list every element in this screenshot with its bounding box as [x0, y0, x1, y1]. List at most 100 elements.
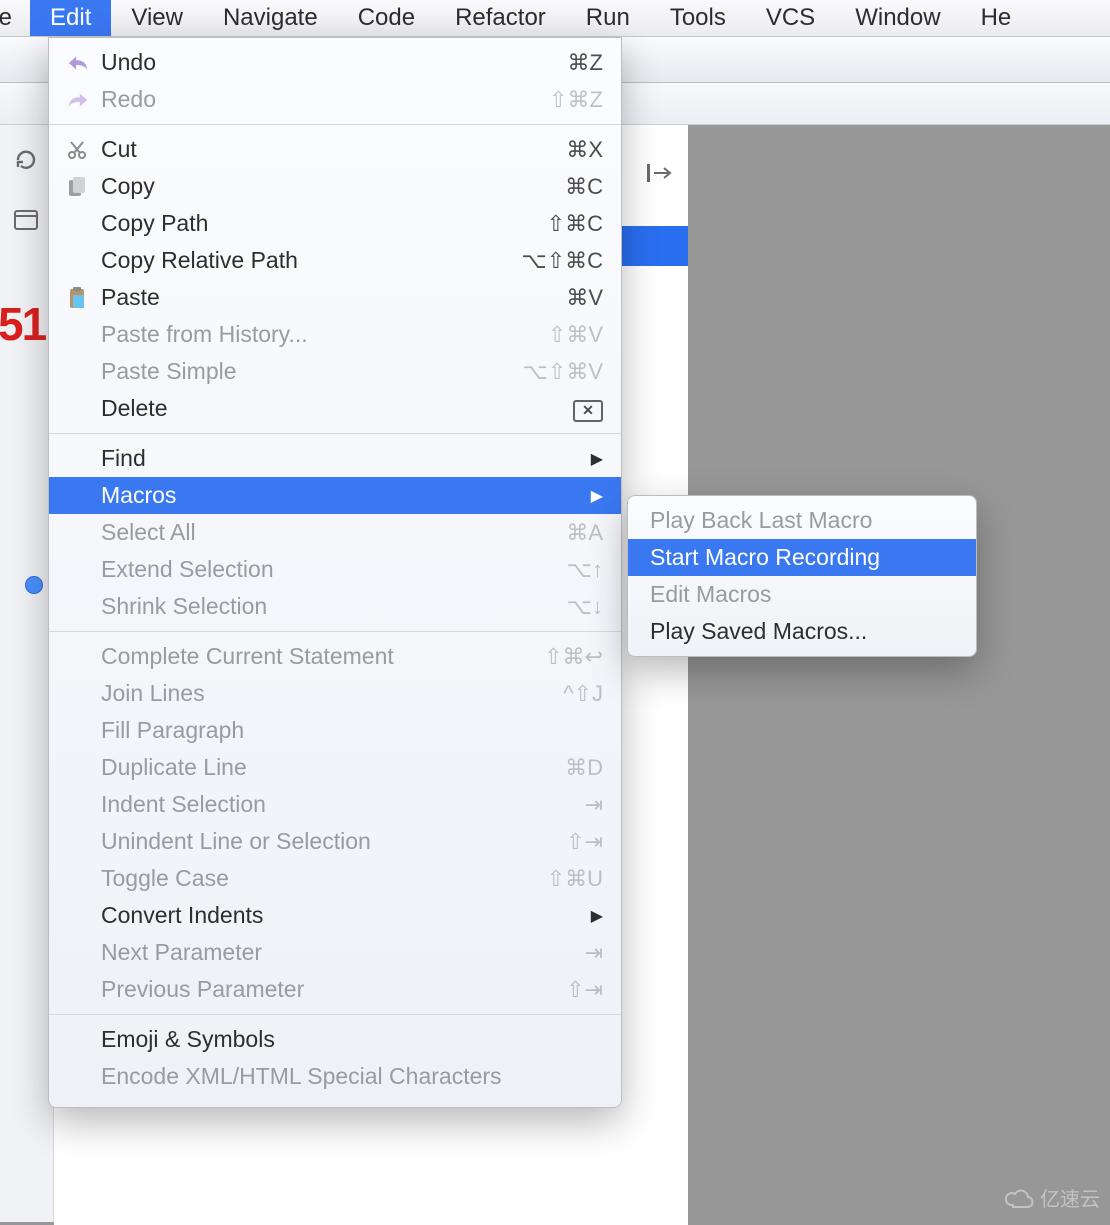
submenu-arrow-icon: ▶: [591, 449, 603, 469]
menubar-item-run[interactable]: Run: [566, 0, 650, 37]
menu-item-shortcut: ⌘Z: [554, 50, 603, 76]
menu-item-shortcut: ⌥⇧⌘C: [507, 248, 603, 274]
menu-item-shortcut: ⇧⌘Z: [535, 87, 603, 113]
menu-separator: [49, 433, 621, 434]
menu-item-shortcut: ⇧⇥: [552, 829, 603, 855]
menu-item-label: Delete: [101, 395, 559, 422]
menu-item-label: Fill Paragraph: [101, 717, 589, 744]
menubar-item-label: VCS: [766, 4, 815, 31]
menu-item-find[interactable]: Find ▶: [49, 440, 621, 477]
menu-item-label: Paste from History...: [101, 321, 534, 348]
delete-box-icon: ✕: [559, 395, 603, 422]
menu-item-label: Duplicate Line: [101, 754, 551, 781]
menu-item-cut[interactable]: Cut ⌘X: [49, 131, 621, 168]
menu-item-label: Encode XML/HTML Special Characters: [101, 1063, 603, 1090]
menu-item-shortcut: ⌘C: [551, 174, 603, 200]
menu-item-convert-indents[interactable]: Convert Indents ▶: [49, 897, 621, 934]
menu-item-shortcut: ^⇧J: [549, 681, 603, 707]
menu-item-label: Next Parameter: [101, 939, 571, 966]
menu-item-shortcut: ⇧⇥: [552, 977, 603, 1003]
menu-item-shortcut: ⌥↓: [553, 594, 603, 620]
menu-item-shortcut: ⌘V: [552, 285, 603, 311]
submenu-item-play-saved-macros[interactable]: Play Saved Macros...: [628, 613, 976, 650]
menubar-item-help[interactable]: He: [961, 0, 1032, 37]
menubar-item-refactor[interactable]: Refactor: [435, 0, 566, 37]
menu-item-label: Join Lines: [101, 680, 549, 707]
menubar-item-navigate[interactable]: Navigate: [203, 0, 338, 37]
copy-icon: [67, 176, 101, 198]
menu-item-shortcut: ⇧⌘U: [533, 866, 603, 892]
menu-item-emoji-and-symbols[interactable]: Emoji & Symbols: [49, 1021, 621, 1058]
menu-item-indent-selection: Indent Selection ⇥: [49, 786, 621, 823]
menu-item-redo: Redo ⇧⌘Z: [49, 81, 621, 118]
menubar-item-tools[interactable]: Tools: [650, 0, 746, 37]
menubar-item-label: Navigate: [223, 4, 318, 31]
menubar-item-label: Refactor: [455, 4, 546, 31]
menubar-item-label: View: [131, 4, 183, 31]
submenu-arrow-icon: ▶: [591, 486, 603, 506]
panel-toggle-icon[interactable]: [635, 154, 690, 192]
menu-item-paste[interactable]: Paste ⌘V: [49, 279, 621, 316]
menu-item-unindent-line-or-selection: Unindent Line or Selection ⇧⇥: [49, 823, 621, 860]
menu-item-copy-path[interactable]: Copy Path ⇧⌘C: [49, 205, 621, 242]
editor-area[interactable]: [688, 125, 1110, 1222]
menu-item-shortcut: ⌘A: [552, 520, 603, 546]
cloud-icon: [1004, 1187, 1034, 1209]
menubar-item-code[interactable]: Code: [338, 0, 435, 37]
menu-item-label: Undo: [101, 49, 554, 76]
menu-item-label: Paste: [101, 284, 552, 311]
paste-icon: [67, 287, 101, 309]
menu-separator: [49, 124, 621, 125]
menu-item-label: Copy: [101, 173, 551, 200]
submenu-item-label: Play Saved Macros...: [650, 618, 867, 645]
menu-item-delete[interactable]: Delete ✕: [49, 390, 621, 427]
menu-item-label: Shrink Selection: [101, 593, 553, 620]
menu-item-label: Cut: [101, 136, 552, 163]
watermark: 亿速云: [1004, 1183, 1100, 1212]
undo-icon: [67, 54, 101, 72]
menu-item-shortcut: ⇥: [571, 792, 603, 818]
menu-item-macros[interactable]: Macros ▶: [49, 477, 621, 514]
menu-item-label: Copy Relative Path: [101, 247, 507, 274]
menubar-item-label: Run: [586, 4, 630, 31]
menubar-item-file[interactable]: ile: [0, 0, 30, 37]
menubar-item-label: Code: [358, 4, 415, 31]
menubar-item-view[interactable]: View: [111, 0, 203, 37]
menubar-item-edit[interactable]: Edit: [30, 0, 111, 37]
menu-item-select-all: Select All ⌘A: [49, 514, 621, 551]
menu-item-fill-paragraph: Fill Paragraph: [49, 712, 621, 749]
refresh-icon[interactable]: [6, 147, 46, 179]
menu-item-label: Macros: [101, 482, 579, 509]
line-number-fragment: 51: [0, 297, 45, 351]
watermark-text: 亿速云: [1040, 1183, 1100, 1212]
menu-item-label: Emoji & Symbols: [101, 1026, 603, 1053]
menu-item-copy[interactable]: Copy ⌘C: [49, 168, 621, 205]
menu-item-label: Indent Selection: [101, 791, 571, 818]
menubar-item-label: ile: [0, 4, 12, 31]
menu-item-shortcut: ⇧⌘C: [533, 211, 603, 237]
menubar-item-label: He: [981, 4, 1012, 31]
menu-item-label: Previous Parameter: [101, 976, 552, 1003]
submenu-item-label: Play Back Last Macro: [650, 507, 872, 534]
menu-item-shortcut: ⌘D: [551, 755, 603, 781]
menu-item-toggle-case: Toggle Case ⇧⌘U: [49, 860, 621, 897]
menu-item-extend-selection: Extend Selection ⌥↑: [49, 551, 621, 588]
menu-item-copy-relative-path[interactable]: Copy Relative Path ⌥⇧⌘C: [49, 242, 621, 279]
edit-dropdown-menu: Undo ⌘Z Redo ⇧⌘Z Cut ⌘X Copy ⌘C Copy Pat…: [48, 37, 622, 1108]
menubar-item-window[interactable]: Window: [835, 0, 960, 37]
menu-item-label: Convert Indents: [101, 902, 579, 929]
redo-icon: [67, 91, 101, 109]
cut-icon: [67, 140, 101, 160]
left-gutter: 51 ▼ ▶ ▼: [0, 37, 54, 1222]
submenu-item-start-macro-recording[interactable]: Start Macro Recording: [628, 539, 976, 576]
menubar-item-label: Tools: [670, 4, 726, 31]
menu-item-join-lines: Join Lines ^⇧J: [49, 675, 621, 712]
menu-item-label: Copy Path: [101, 210, 533, 237]
menubar-item-vcs[interactable]: VCS: [746, 0, 835, 37]
menu-item-shortcut: ⌥⇧⌘V: [509, 359, 603, 385]
menu-item-paste-from-history: Paste from History... ⇧⌘V: [49, 316, 621, 353]
menu-item-shortcut: ⇧⌘↩: [530, 644, 603, 670]
menu-item-undo[interactable]: Undo ⌘Z: [49, 44, 621, 81]
menu-item-label: Paste Simple: [101, 358, 509, 385]
menu-separator: [49, 1014, 621, 1015]
